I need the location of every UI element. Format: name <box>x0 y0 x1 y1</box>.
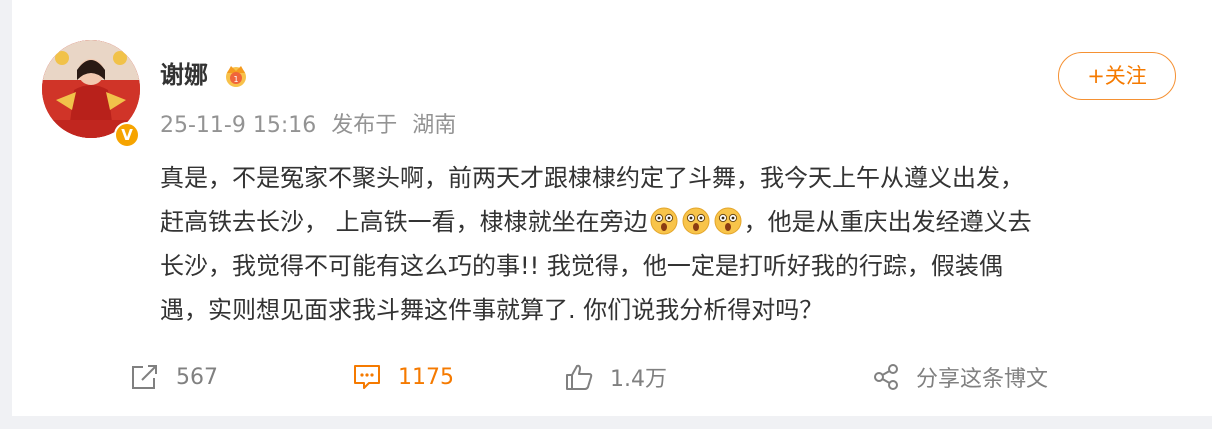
content-line-1: 真是，不是冤家不聚头啊，前两天才跟棣棣约定了斗舞，我今天上午从遵义出发， <box>160 164 1024 192</box>
share-icon <box>874 364 898 390</box>
surprised-face-icon <box>682 207 710 235</box>
author-name[interactable]: 谢娜 <box>160 60 208 90</box>
post-action-bar: 567 1175 1.4万 分享这条博文 <box>12 352 1212 402</box>
comment-button[interactable]: 1175 <box>352 352 454 402</box>
like-button[interactable]: 1.4万 <box>564 352 667 402</box>
thumbs-up-icon <box>566 364 593 390</box>
crown-vip-icon[interactable]: 1 <box>222 62 250 88</box>
content-line-2b-text: ，他是从重庆出发经遵义去 <box>743 208 1032 236</box>
repost-icon <box>132 365 157 389</box>
content-line-4: 遇，实则想见面求我斗舞这件事就算了. 你们说我分析得对吗？ <box>160 296 824 324</box>
post-meta: 25-11-9 15:16 发布于 湖南 <box>160 112 464 140</box>
verified-badge-icon: V <box>114 122 140 148</box>
publish-location: 湖南 <box>412 113 457 138</box>
surprised-face-icon <box>650 207 678 235</box>
surprised-face-icon <box>714 207 742 235</box>
svg-text:1: 1 <box>233 75 238 84</box>
like-count: 1.4万 <box>610 367 667 392</box>
content-line-3: 长沙，我觉得不可能有这么巧的事!! 我觉得，他一定是打听好我的行踪，假装偶 <box>160 252 1003 280</box>
comment-count: 1175 <box>398 364 454 390</box>
repost-count: 567 <box>176 364 218 390</box>
post-timestamp[interactable]: 25-11-9 15:16 <box>160 113 316 138</box>
share-button[interactable]: 分享这条博文 <box>872 352 1048 402</box>
repost-button[interactable]: 567 <box>130 352 218 402</box>
post-content: 真是，不是冤家不聚头啊，前两天才跟棣棣约定了斗舞，我今天上午从遵义出发， 赶高铁… <box>160 156 1190 332</box>
content-line-2-text: 赶高铁去长沙， 上高铁一看，棣棣就坐在旁边 <box>160 208 648 236</box>
content-line-2: 赶高铁去长沙， 上高铁一看，棣棣就坐在旁边 ，他是从重庆出发经遵义去 <box>160 200 1190 244</box>
comment-icon <box>354 365 380 389</box>
follow-button[interactable]: +关注 <box>1058 52 1176 100</box>
publish-location-prefix: 发布于 <box>331 113 398 138</box>
card-bottom-gap <box>0 416 1212 429</box>
share-label: 分享这条博文 <box>916 367 1049 392</box>
